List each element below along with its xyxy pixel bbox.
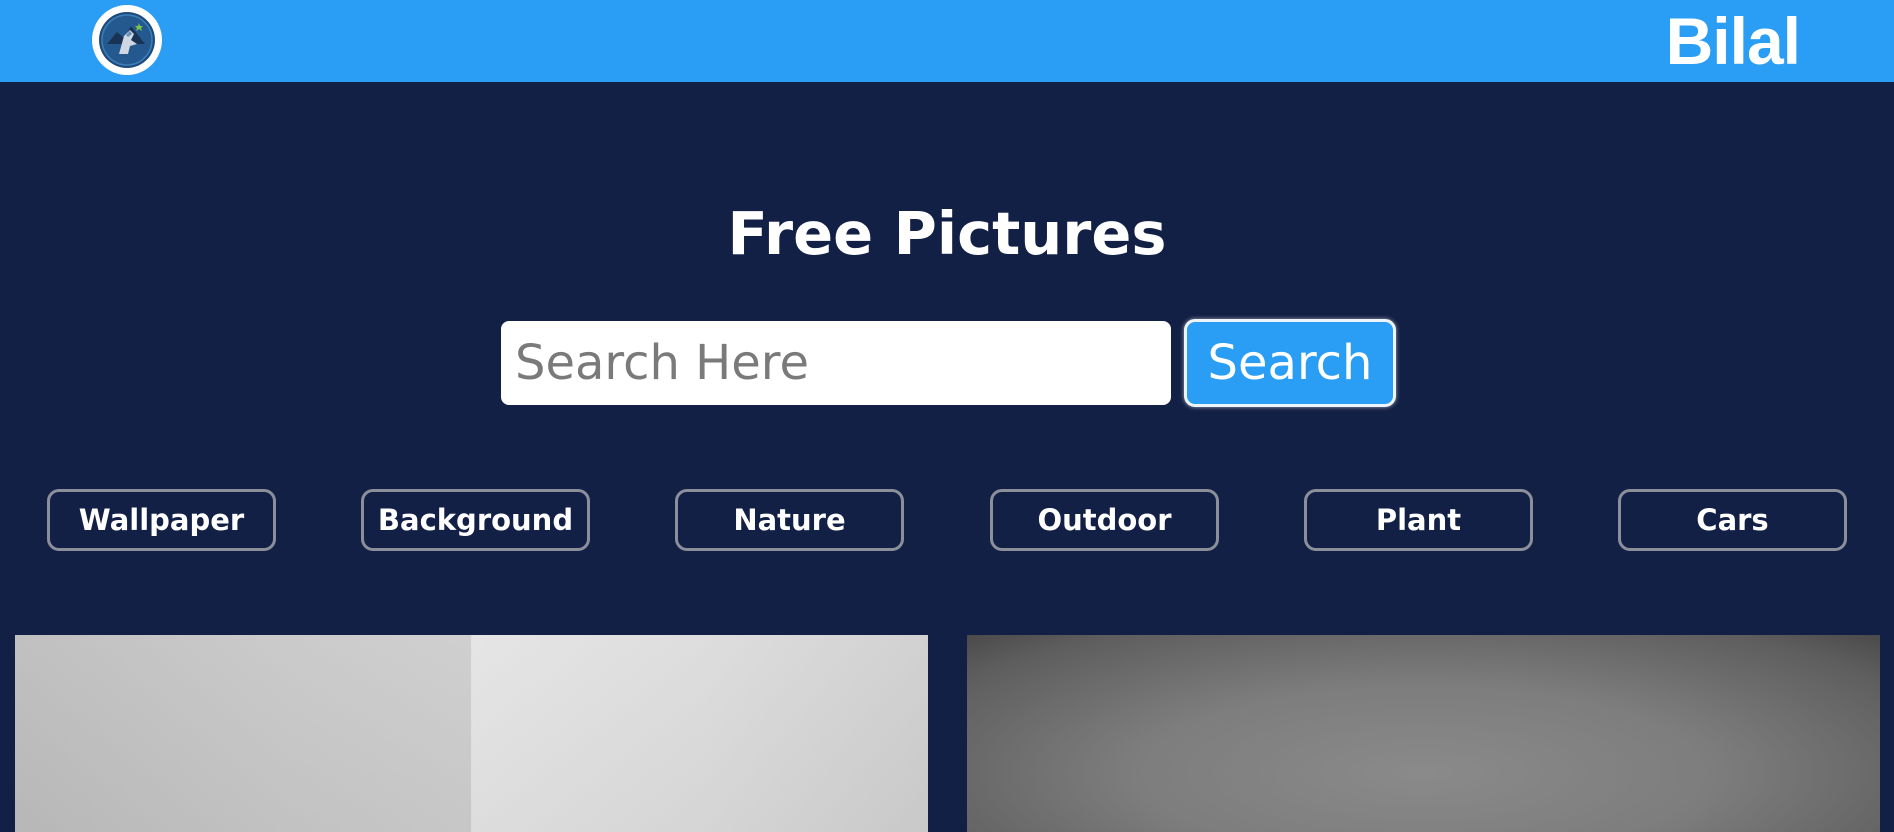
tag-outdoor-button[interactable]: Outdoor xyxy=(990,489,1219,551)
brand-name: Bilal xyxy=(1665,4,1801,78)
tag-nature-button[interactable]: Nature xyxy=(675,489,904,551)
photo-thumbnail[interactable] xyxy=(15,635,928,832)
wolf-emblem-icon xyxy=(99,12,155,68)
photo-thumbnail[interactable] xyxy=(967,635,1880,832)
search-input[interactable] xyxy=(501,321,1171,405)
team-logo-icon[interactable] xyxy=(92,5,162,75)
tag-plant-button[interactable]: Plant xyxy=(1304,489,1533,551)
tag-wallpaper-button[interactable]: Wallpaper xyxy=(47,489,276,551)
tag-background-button[interactable]: Background xyxy=(361,489,590,551)
tag-cars-button[interactable]: Cars xyxy=(1618,489,1847,551)
search-button[interactable]: Search xyxy=(1184,319,1396,407)
top-navbar: Bilal xyxy=(0,0,1894,82)
page-title: Free Pictures xyxy=(727,199,1167,268)
